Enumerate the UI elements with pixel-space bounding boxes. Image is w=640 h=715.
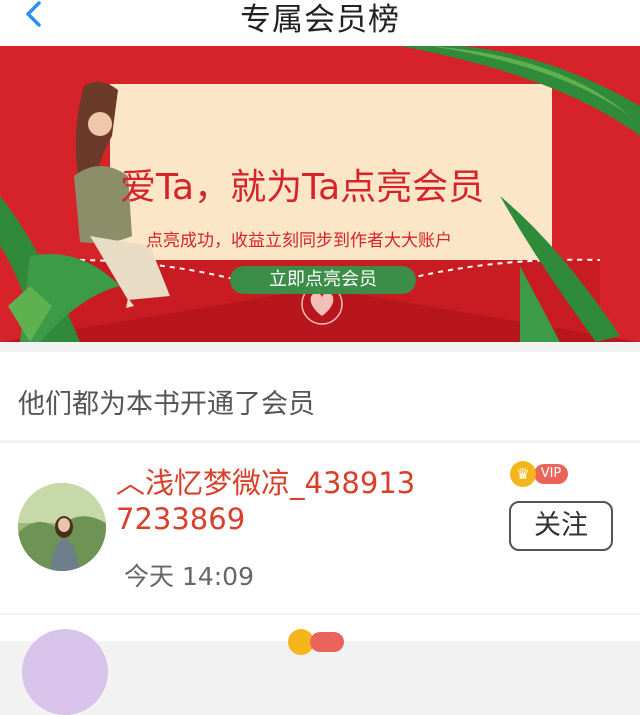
banner-subtitle: 点亮成功，收益立刻同步到作者大大账户 [146,231,452,251]
page-title: 专属会员榜 [240,2,400,38]
vip-badge [310,632,344,652]
list-item[interactable]: ︿浅忆梦微凉_4389137233869 今天 14:09 VIP ♛ 关注 [0,443,640,613]
member-timestamp: 今天 14:09 [124,562,254,591]
top-bar: 专属会员榜 [0,0,640,46]
light-up-membership-button[interactable]: 立即点亮会员 [230,266,416,294]
avatar-photo [18,483,106,571]
follow-button[interactable]: 关注 [509,501,613,551]
banner-headline: 爱Ta，就为Ta点亮会员 [120,167,485,208]
member-name[interactable]: ︿浅忆梦微凉_4389137233869 [116,465,416,537]
promo-banner[interactable]: 爱Ta，就为Ta点亮会员 点亮成功，收益立刻同步到作者大大账户 立即点亮会员 [0,46,640,342]
vip-label: VIP [534,464,568,484]
vip-badge: VIP ♛ [510,461,568,487]
section-title: 他们都为本书开通了会员 [18,389,315,420]
avatar[interactable] [22,629,108,715]
list-item[interactable] [0,615,640,715]
crown-icon: ♛ [510,461,536,487]
section-header: 他们都为本书开通了会员 [0,352,640,440]
avatar[interactable] [18,483,106,571]
